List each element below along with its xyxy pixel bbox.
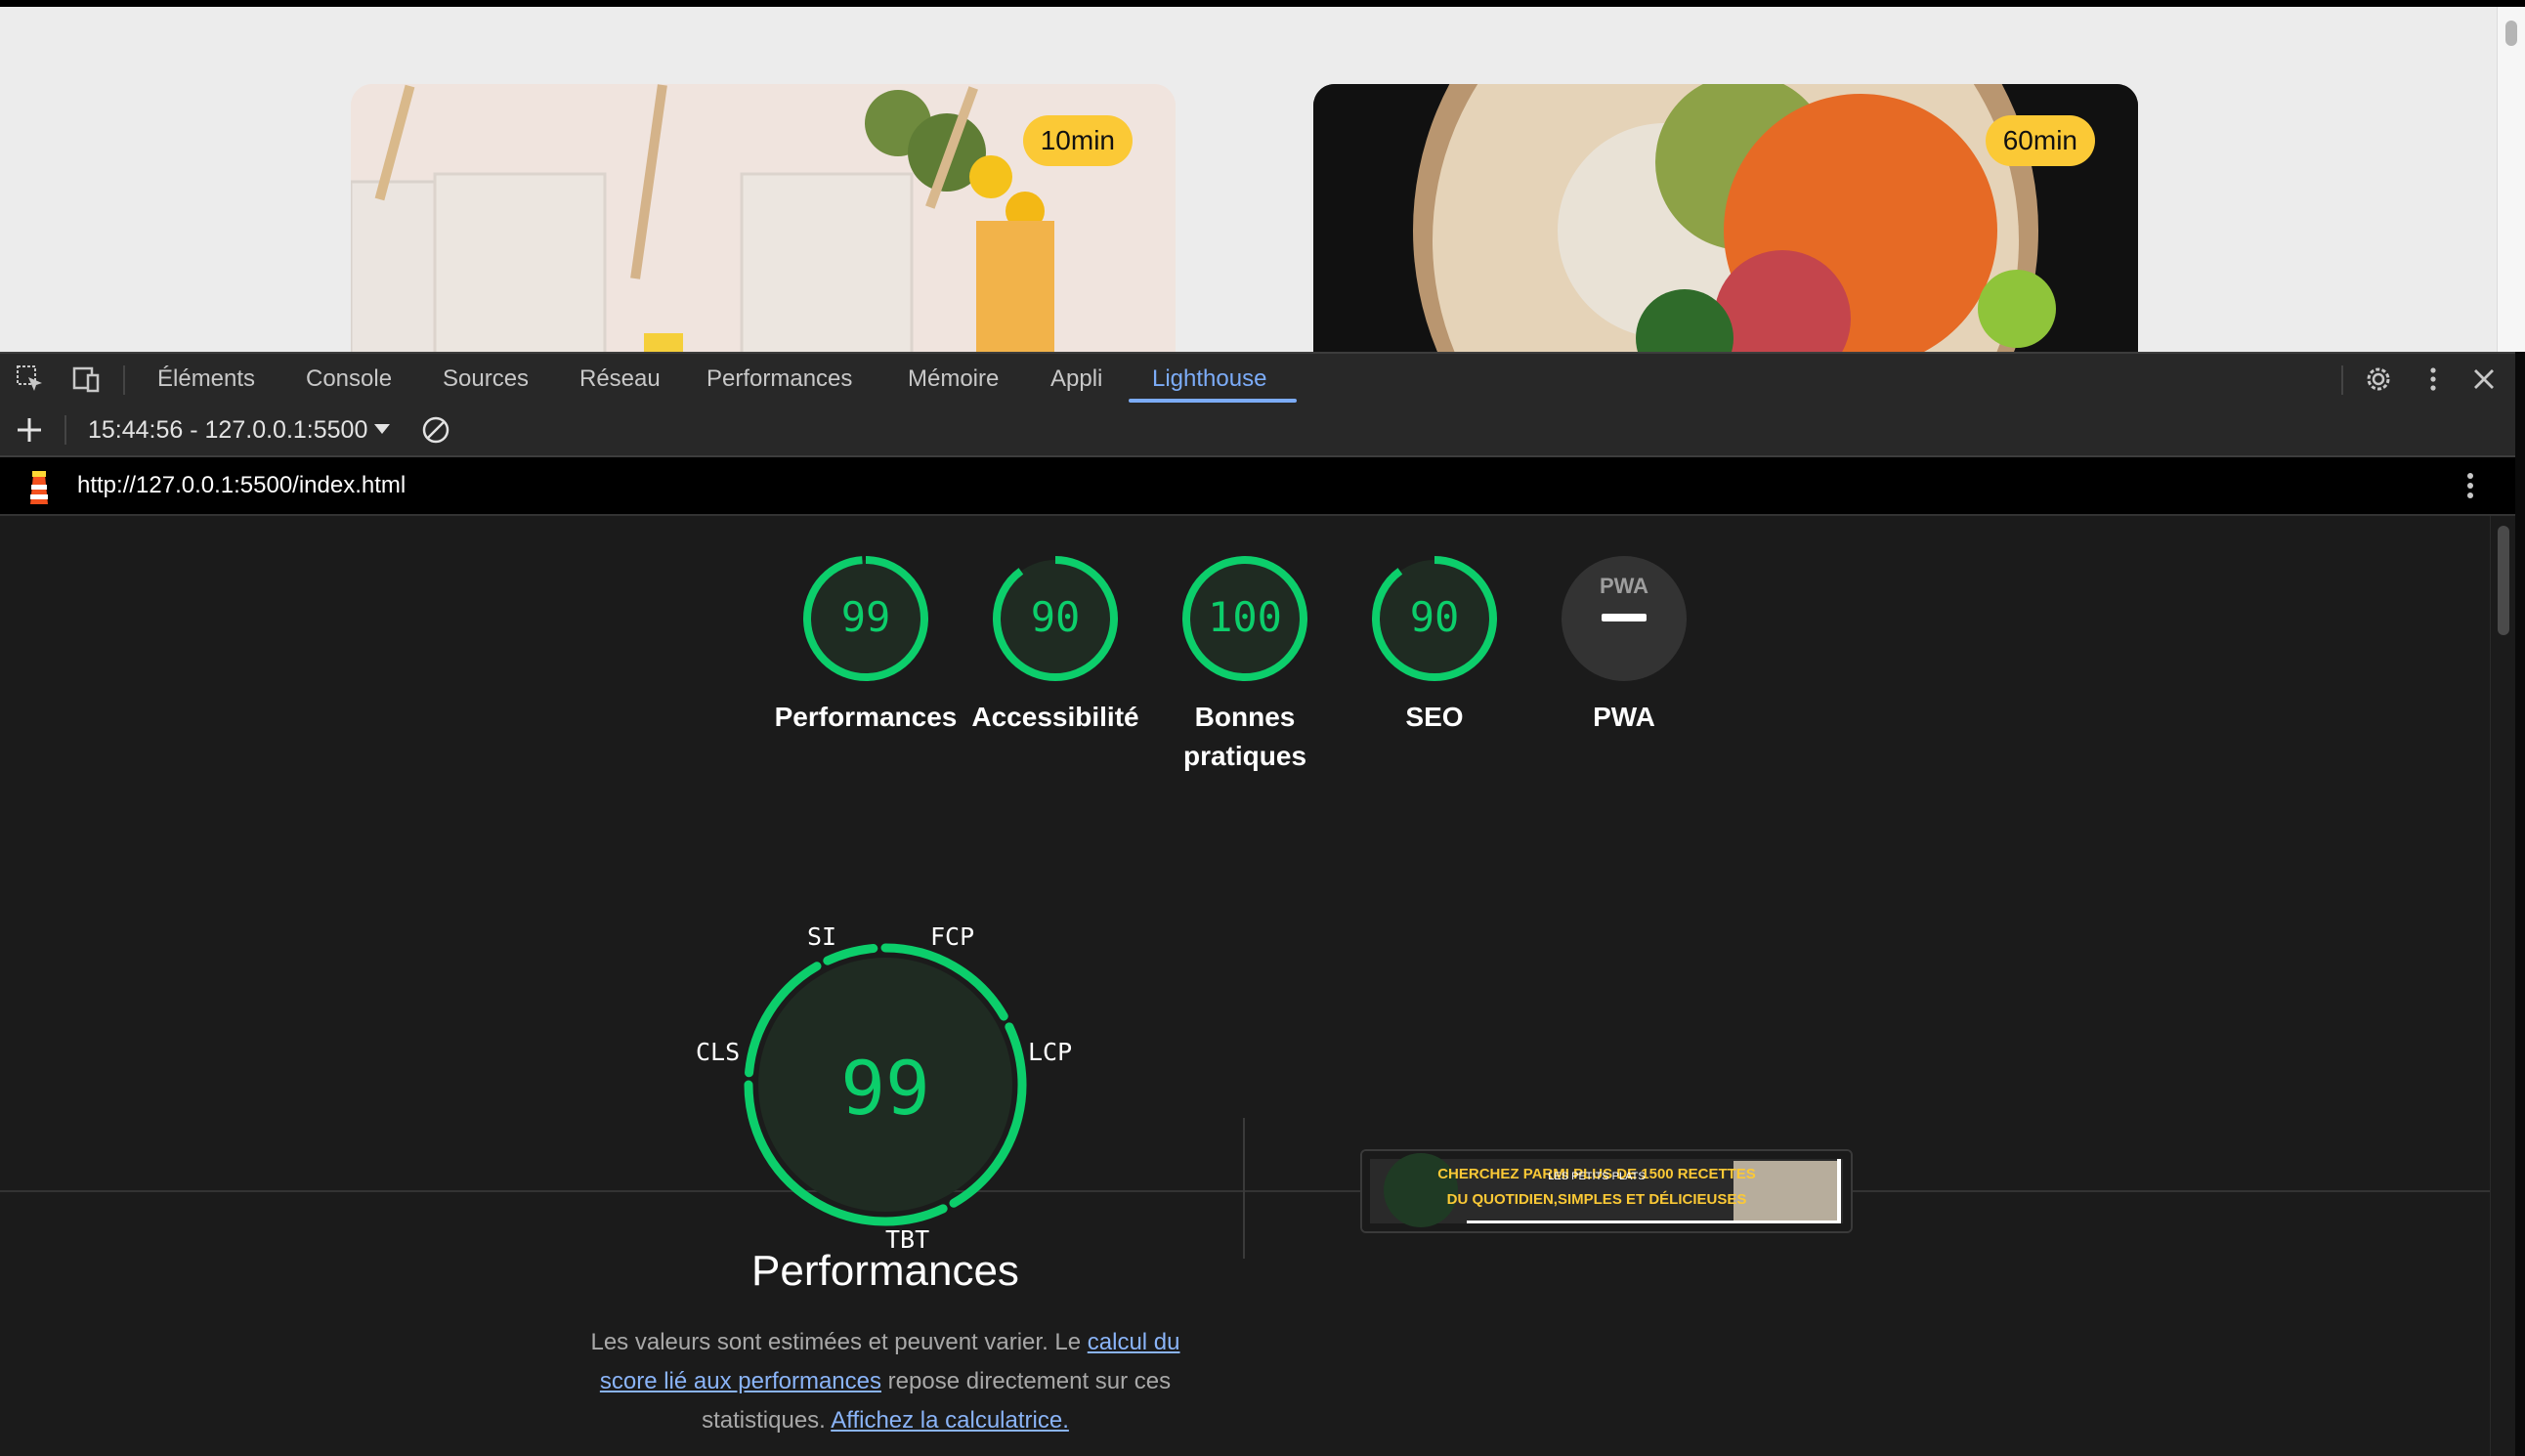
settings-gear-icon[interactable] (2363, 364, 2394, 395)
tab-memory[interactable]: Mémoire (908, 354, 999, 405)
report-menu-icon[interactable] (2455, 470, 2486, 501)
description-text: Les valeurs sont estimées et peuvent var… (590, 1329, 1082, 1355)
score-label: PWA (1593, 702, 1655, 732)
lighthouse-toolbar: 15:44:56 - 127.0.0.1:5500 (0, 405, 2515, 457)
score-label: Accessibilité (971, 702, 1139, 732)
tab-elements[interactable]: Éléments (157, 354, 255, 405)
tab-sources[interactable]: Sources (443, 354, 529, 405)
screen: 10min 60min Éléments Console Sources Rés… (0, 0, 2525, 1456)
window-edge (2515, 352, 2525, 1456)
screenshot-headline-2: DU QUOTIDIEN,SIMPLES ET DÉLICIEUSES (1447, 1191, 1747, 1208)
pwa-badge-icon: PWA (1562, 556, 1687, 681)
more-options-icon[interactable] (2418, 364, 2449, 395)
section-divider (0, 1190, 2490, 1192)
score-gauge-accessibility[interactable]: 90 Accessibilité (961, 553, 1150, 737)
score-label: SEO (1405, 702, 1464, 732)
score-gauge-seo[interactable]: 90 SEO (1340, 553, 1529, 737)
active-tab-indicator (1129, 399, 1297, 403)
toolbar-divider (2341, 365, 2343, 395)
report-scrollbar[interactable] (2490, 516, 2516, 1456)
gauge-ring: 99 (803, 556, 928, 681)
page-viewport: 10min 60min (0, 7, 2525, 352)
report-selector[interactable]: 15:44:56 - 127.0.0.1:5500 (88, 405, 367, 455)
metric-label-lcp: LCP (1028, 1038, 1073, 1066)
devtools-tabbar: Éléments Console Sources Réseau Performa… (0, 352, 2515, 407)
score-label: Performances (774, 702, 958, 732)
tab-console[interactable]: Console (306, 354, 392, 405)
metric-label-cls: CLS (696, 1038, 741, 1066)
metric-label-si: SI (807, 922, 837, 951)
final-screenshot-image: CHERCHEZ PARMI PLUS DE 1500 RECETTES DU … (1362, 1151, 1851, 1231)
chevron-down-icon[interactable] (371, 418, 393, 440)
metric-label-fcp: FCP (930, 922, 975, 951)
new-report-plus-icon[interactable] (14, 414, 45, 446)
devtools-panel: Éléments Console Sources Réseau Performa… (0, 352, 2525, 1456)
tab-network[interactable]: Réseau (579, 354, 661, 405)
performance-metrics-gauge: 99 (744, 943, 1027, 1226)
cooking-time-badge: 10min (1022, 115, 1133, 166)
tab-application[interactable]: Appli (1050, 354, 1102, 405)
lighthouse-logo-icon (23, 467, 55, 506)
recipe-card-poke-bowl[interactable]: 60min (1313, 84, 2138, 352)
calculator-link[interactable]: Affichez la calculatrice. (831, 1407, 1069, 1434)
cooking-time-badge: 60min (1985, 115, 2095, 166)
score-gauge-pwa[interactable]: PWA PWA (1529, 553, 1719, 737)
tab-lighthouse[interactable]: Lighthouse (1152, 354, 1266, 405)
score-value: 100 (1208, 593, 1282, 641)
final-screenshot-thumbnail[interactable]: CHERCHEZ PARMI PLUS DE 1500 RECETTES DU … (1360, 1149, 1853, 1233)
gauge-ring: 90 (1372, 556, 1497, 681)
gauge-ring: 100 (1182, 556, 1307, 681)
toolbar-divider (64, 415, 66, 445)
score-gauge-performance[interactable]: 99 Performances (771, 553, 961, 737)
page-scrollbar-thumb[interactable] (2505, 21, 2517, 46)
score-value: 90 (1031, 593, 1081, 641)
score-value: 99 (841, 593, 891, 641)
recipe-card-lemonade[interactable]: 10min (351, 84, 1176, 352)
performance-title: Performances (751, 1247, 1019, 1295)
score-value: 90 (1410, 593, 1460, 641)
inspect-element-icon[interactable] (15, 364, 46, 395)
score-label: Bonnes pratiques (1182, 702, 1307, 771)
section-vertical-divider (1243, 1118, 1245, 1259)
report-url[interactable]: http://127.0.0.1:5500/index.html (77, 457, 406, 514)
toolbar-divider (123, 365, 125, 395)
lighthouse-report: 99 Performances 90 Accessibilité 100 Bon… (0, 516, 2490, 1456)
report-url-bar: http://127.0.0.1:5500/index.html (0, 457, 2515, 516)
performance-description: Les valeurs sont estimées et peuvent var… (582, 1323, 1188, 1440)
svg-text:PWA: PWA (1600, 574, 1648, 598)
screenshot-logo-text: LES PETITS PLATS (1548, 1171, 1645, 1182)
report-scrollbar-thumb[interactable] (2498, 526, 2509, 635)
clear-reports-icon[interactable] (420, 414, 451, 446)
device-toolbar-icon[interactable] (70, 364, 102, 395)
tab-performance[interactable]: Performances (706, 354, 852, 405)
page-scrollbar[interactable] (2497, 7, 2525, 352)
close-icon[interactable] (2468, 364, 2500, 395)
gauge-ring: 90 (993, 556, 1118, 681)
performance-score: 99 (840, 1045, 930, 1132)
score-gauge-best-practices[interactable]: 100 Bonnes pratiques (1150, 553, 1340, 776)
window-edge (0, 0, 2525, 7)
